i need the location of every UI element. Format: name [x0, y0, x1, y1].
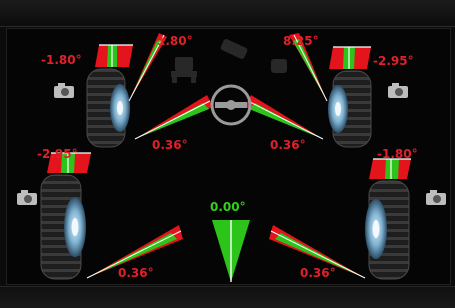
front-left-toe-value: 1.80° — [157, 34, 193, 48]
front-right-lower-toe-gauge — [245, 95, 324, 140]
front-right-camber-value: -2.95° — [373, 54, 414, 68]
rear-left-wheel — [40, 174, 86, 280]
front-left-wheel — [86, 68, 130, 148]
front-left-camber-value: -1.80° — [41, 53, 82, 67]
camera-icon[interactable] — [54, 83, 74, 98]
rear-right-toe-value: 0.36° — [300, 266, 336, 280]
front-right-camber-gauge — [329, 46, 371, 69]
camera-icon[interactable] — [426, 190, 446, 205]
camera-icon[interactable] — [388, 83, 408, 98]
wrench-icon — [220, 39, 287, 73]
bottom-toolbar — [0, 286, 455, 308]
front-right-wheel — [328, 70, 372, 148]
front-left-lower-toe-value: 0.36° — [152, 138, 188, 152]
thrust-angle-gauge — [212, 220, 250, 282]
alignment-panel: -1.80° 1.80° 0.36° -2.95° 8.25° 0.36° -2… — [6, 28, 451, 285]
vehicle-front-icon — [171, 57, 197, 83]
rear-left-toe-value: 0.36° — [118, 266, 154, 280]
alignment-diagram: -1.80° 1.80° 0.36° -2.95° 8.25° 0.36° -2… — [17, 33, 446, 282]
front-right-toe-value: 8.25° — [283, 34, 319, 48]
thrust-angle-value: 0.00° — [210, 200, 246, 214]
alignment-screen: -1.80° 1.80° 0.36° -2.95° 8.25° 0.36° -2… — [0, 0, 455, 308]
front-left-lower-toe-gauge — [134, 95, 213, 140]
steering-wheel-icon — [210, 84, 252, 126]
rear-right-wheel — [365, 180, 410, 280]
rear-right-camber-value: -1.80° — [377, 147, 418, 161]
top-toolbar — [0, 0, 455, 27]
rear-left-camber-value: -2.95° — [37, 147, 78, 161]
front-left-camber-gauge — [95, 44, 133, 67]
camera-icon[interactable] — [17, 190, 37, 205]
front-right-lower-toe-value: 0.36° — [270, 138, 306, 152]
rear-right-camber-gauge — [369, 158, 411, 179]
